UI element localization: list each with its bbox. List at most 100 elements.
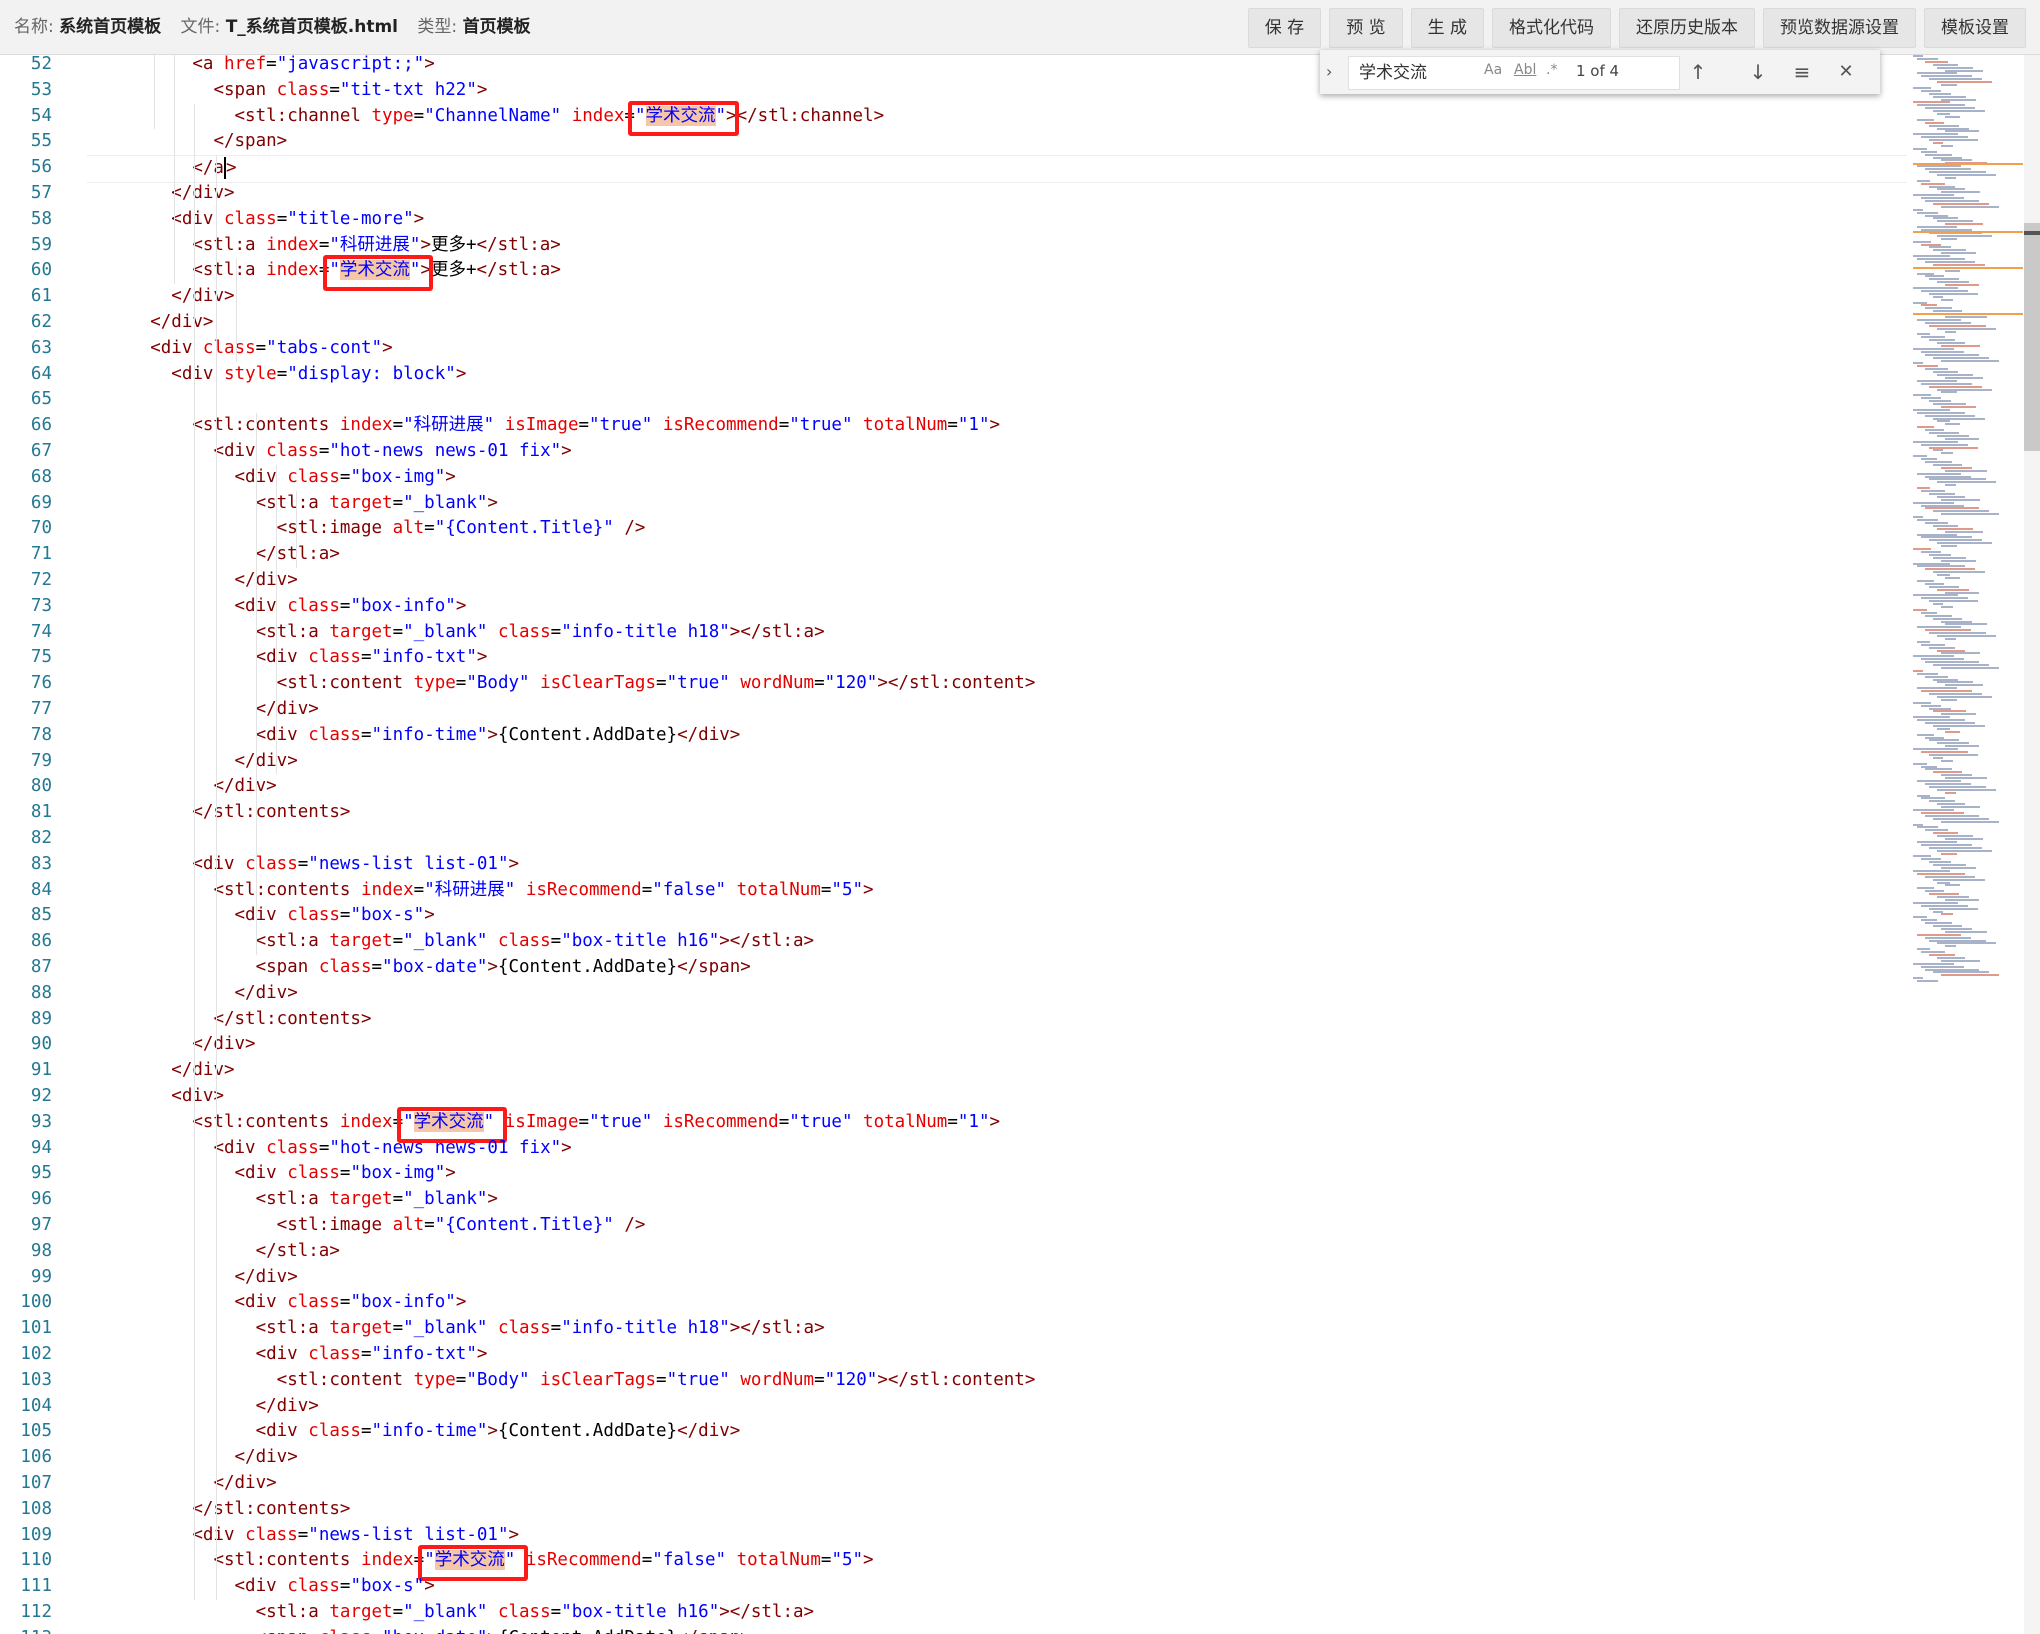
code-line[interactable]: </stl:a> [87, 1239, 1907, 1265]
format-code-button[interactable]: 格式化代码 [1492, 8, 1611, 48]
minimap-line [1917, 733, 1934, 736]
code-line[interactable]: <stl:content type="Body" isClearTags="tr… [87, 1368, 1907, 1394]
regex-icon[interactable]: .* [1546, 62, 1557, 78]
toggle-replace-chevron-icon[interactable]: › [1326, 60, 1342, 84]
code-line[interactable]: <stl:image alt="{Content.Title}" /> [87, 516, 1907, 542]
code-line[interactable]: </div> [87, 749, 1907, 775]
code-line[interactable]: </span> [87, 129, 1907, 155]
code-line[interactable]: <div class="box-img"> [87, 465, 1907, 491]
line-number: 103 [20, 1369, 52, 1390]
minimap-line [1929, 553, 1951, 556]
code-line[interactable]: </div> [87, 284, 1907, 310]
template-settings-button[interactable]: 模板设置 [1924, 8, 2026, 48]
code-line[interactable]: </stl:contents> [87, 1007, 1907, 1033]
code-line[interactable]: </stl:contents> [87, 1497, 1907, 1523]
line-number: 72 [30, 570, 52, 590]
minimap-line [1925, 260, 1975, 263]
code-line[interactable]: <div class="box-s"> [87, 903, 1907, 929]
code-line[interactable]: <span class="box-date">{Content.AddDate}… [87, 955, 1907, 981]
minimap-line [1929, 632, 1986, 635]
code-line[interactable] [87, 826, 1907, 852]
minimap-line [1917, 57, 1938, 60]
vertical-scrollbar[interactable] [2024, 55, 2040, 1634]
save-button[interactable]: 保 存 [1247, 8, 1322, 48]
code-line[interactable]: </div> [87, 1032, 1907, 1058]
code-line[interactable]: </div> [87, 774, 1907, 800]
line-number: 55 [30, 131, 52, 152]
preview-button[interactable]: 预 览 [1329, 8, 1403, 48]
minimap-line [1929, 185, 1955, 188]
code-line[interactable]: <stl:a target="_blank" class="info-title… [87, 620, 1907, 646]
previous-match-arrow-up-icon[interactable]: ↑ [1684, 58, 1712, 86]
code-line[interactable]: <stl:a target="_blank" class="box-title … [87, 1600, 1907, 1626]
code-line[interactable]: <stl:contents index="科研进展" isRecommend="… [87, 878, 1907, 904]
code-area[interactable]: <a href="javascript:;"> <span class="tit… [87, 55, 1907, 1634]
restore-history-button[interactable]: 还原历史版本 [1619, 8, 1755, 48]
code-line[interactable]: </div> [87, 310, 1907, 336]
file-label: 文件: [180, 17, 221, 37]
code-line[interactable]: </div> [87, 181, 1907, 207]
whole-word-icon[interactable]: Abl [1514, 62, 1536, 78]
code-line[interactable]: <div> [87, 1084, 1907, 1110]
minimap-line [1937, 342, 1965, 345]
code-line[interactable]: <stl:content type="Body" isClearTags="tr… [87, 671, 1907, 697]
code-line[interactable]: </div> [87, 1445, 1907, 1471]
code-line[interactable]: <div class="hot-news news-01 fix"> [87, 439, 1907, 465]
code-line[interactable]: <stl:a target="_blank"> [87, 1187, 1907, 1213]
code-line[interactable]: </div> [87, 1394, 1907, 1420]
code-line[interactable]: <div style="display: block"> [87, 362, 1907, 388]
minimap-line [1945, 777, 1987, 780]
code-line[interactable]: <div class="info-time">{Content.AddDate}… [87, 723, 1907, 749]
code-line[interactable]: <stl:contents index="学术交流" isImage="true… [87, 1110, 1907, 1136]
minimap-line [1913, 701, 1931, 704]
generate-button[interactable]: 生 成 [1410, 8, 1484, 48]
minimap-line [1921, 75, 1972, 78]
minimap-line [1933, 463, 1962, 466]
minimap-line [1921, 765, 1937, 768]
code-line[interactable]: <div class="news-list list-01"> [87, 852, 1907, 878]
minimap-line [1925, 768, 1952, 771]
minimap[interactable] [1905, 55, 2025, 1634]
code-line[interactable]: <stl:contents index="科研进展" isImage="true… [87, 413, 1907, 439]
code-line[interactable]: </stl:a> [87, 542, 1907, 568]
code-line[interactable]: </div> [87, 981, 1907, 1007]
find-in-selection-icon[interactable]: ≡ [1788, 58, 1816, 86]
code-line[interactable]: <div class="info-txt"> [87, 1342, 1907, 1368]
code-line[interactable]: <div class="box-s"> [87, 1574, 1907, 1600]
code-line[interactable]: <div class="box-img"> [87, 1161, 1907, 1187]
code-line[interactable]: <div class="box-info"> [87, 594, 1907, 620]
code-line[interactable]: </div> [87, 1058, 1907, 1084]
code-line[interactable]: <stl:a target="_blank" class="box-title … [87, 929, 1907, 955]
next-match-arrow-down-icon[interactable]: ↓ [1744, 58, 1772, 86]
code-line[interactable]: <stl:a index="科研进展">更多+</stl:a> [87, 233, 1907, 259]
code-line[interactable]: <stl:a index="学术交流">更多+</stl:a> [87, 258, 1907, 284]
line-number: 86 [30, 931, 52, 952]
code-editor[interactable]: 52 53 54 55 56 57 58 59 60 61 62 63 64 65 66 67 68 69 70 71… [0, 55, 2040, 1634]
code-line[interactable]: <stl:image alt="{Content.Title}" /> [87, 1213, 1907, 1239]
code-line[interactable]: <stl:a target="_blank"> [87, 491, 1907, 517]
scrollbar-thumb[interactable] [2024, 223, 2040, 451]
code-line[interactable]: <div class="info-time">{Content.AddDate}… [87, 1419, 1907, 1445]
code-line[interactable]: <div class="news-list list-01"> [87, 1523, 1907, 1549]
code-line[interactable]: </div> [87, 697, 1907, 723]
code-line[interactable]: <div class="box-info"> [87, 1290, 1907, 1316]
code-line[interactable]: <div class="info-txt"> [87, 645, 1907, 671]
code-line[interactable]: <stl:a target="_blank" class="info-title… [87, 1316, 1907, 1342]
code-line[interactable]: </a > [87, 155, 1907, 183]
find-query: 学术交流 [1359, 63, 1427, 83]
code-line[interactable]: <stl:contents index="学术交流" isRecommend="… [87, 1548, 1907, 1574]
preview-datasource-settings-button[interactable]: 预览数据源设置 [1763, 8, 1916, 48]
minimap-line [1937, 574, 1950, 577]
code-line[interactable]: <div class="hot-news news-01 fix"> [87, 1136, 1907, 1162]
code-line[interactable]: </stl:contents> [87, 800, 1907, 826]
close-find-icon[interactable]: ✕ [1832, 58, 1860, 86]
code-line[interactable]: <span class="box-date">{Content.AddDate}… [87, 1626, 1907, 1634]
code-line[interactable]: <div class="title-more"> [87, 207, 1907, 233]
code-line[interactable]: <stl:channel type="ChannelName" index="学… [87, 104, 1907, 130]
code-line[interactable]: </div> [87, 1265, 1907, 1291]
code-line[interactable] [87, 387, 1907, 413]
code-line[interactable]: </div> [87, 568, 1907, 594]
match-case-icon[interactable]: Aa [1484, 62, 1502, 78]
code-line[interactable]: </div> [87, 1471, 1907, 1497]
code-line[interactable]: <div class="tabs-cont"> [87, 336, 1907, 362]
